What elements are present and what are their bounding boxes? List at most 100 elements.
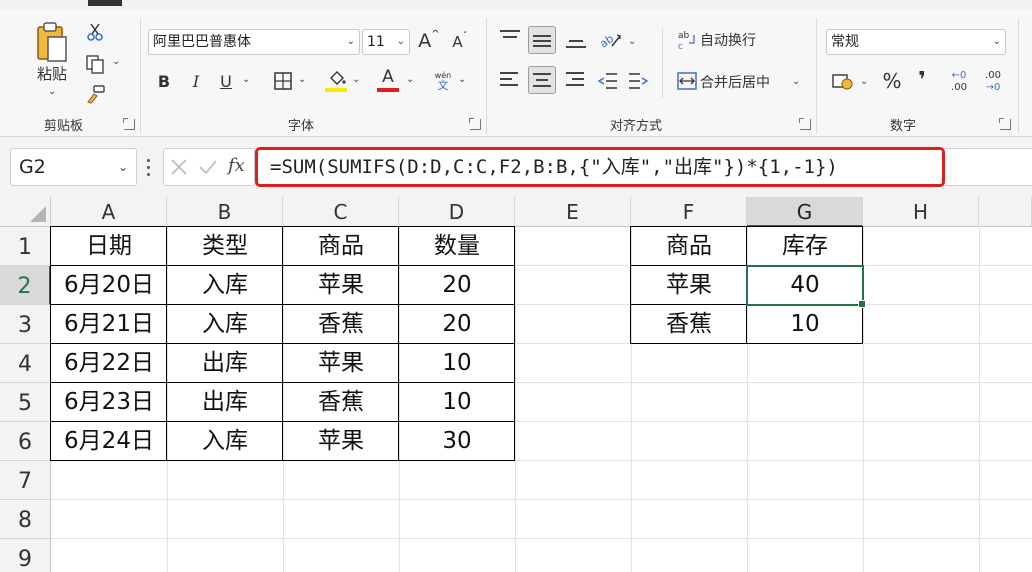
cell-g3[interactable]: 10: [747, 305, 863, 344]
column-header-a[interactable]: A: [51, 197, 167, 227]
borders-dropdown-icon[interactable]: ⌄: [298, 74, 306, 85]
cell-d5[interactable]: 10: [399, 383, 515, 422]
font-color-button[interactable]: A: [376, 66, 400, 88]
cell-b6[interactable]: 入库: [167, 422, 283, 461]
row-header-1[interactable]: 1: [0, 227, 51, 266]
column-header-c[interactable]: C: [283, 197, 399, 227]
row-header-9[interactable]: 9: [0, 539, 51, 572]
wrap-text-button[interactable]: 自动换行: [700, 30, 756, 50]
cell-f1[interactable]: 商品: [631, 227, 747, 266]
select-all-button[interactable]: [0, 197, 51, 227]
font-size-select[interactable]: 11 ⌄: [362, 29, 410, 55]
bold-button[interactable]: B: [152, 68, 176, 94]
column-header-e[interactable]: E: [515, 197, 631, 227]
increase-decimal-button[interactable]: ←0 .00: [944, 68, 974, 96]
enter-icon[interactable]: [198, 158, 218, 176]
orientation-dropdown-icon[interactable]: ⌄: [628, 36, 636, 47]
increase-font-size-button[interactable]: A ^: [416, 28, 442, 54]
phonetic-dropdown-icon[interactable]: ⌄: [458, 74, 466, 85]
row-header-3[interactable]: 3: [0, 305, 51, 344]
decrease-indent-icon[interactable]: [596, 70, 620, 92]
cell-c2[interactable]: 苹果: [283, 266, 399, 305]
more-options-icon[interactable]: [145, 158, 151, 178]
fill-color-dropdown-icon[interactable]: ⌄: [352, 74, 360, 85]
name-box[interactable]: G2 ⌄: [10, 148, 137, 186]
column-header-d[interactable]: D: [399, 197, 515, 227]
column-header-f[interactable]: F: [631, 197, 747, 227]
row-header-7[interactable]: 7: [0, 461, 51, 500]
underline-button[interactable]: U: [214, 68, 238, 94]
increase-indent-icon[interactable]: [626, 70, 650, 92]
cell-a4[interactable]: 6月22日: [51, 344, 167, 383]
row-header-2[interactable]: 2: [0, 266, 51, 305]
decrease-decimal-button[interactable]: .00 →0: [978, 68, 1008, 96]
alignment-launcher-icon[interactable]: [799, 118, 811, 130]
decrease-font-size-button[interactable]: Aˇ: [448, 30, 472, 54]
number-format-select[interactable]: 常规 ⌄: [826, 29, 1006, 55]
cell-d4[interactable]: 10: [399, 344, 515, 383]
cell-a1[interactable]: 日期: [51, 227, 167, 266]
paste-dropdown-icon[interactable]: ⌄: [48, 86, 56, 97]
align-middle-button[interactable]: [528, 26, 556, 54]
cell-b1[interactable]: 类型: [167, 227, 283, 266]
comma-style-button[interactable]: ❜: [912, 66, 932, 94]
cell-a5[interactable]: 6月23日: [51, 383, 167, 422]
currency-format-icon[interactable]: [830, 70, 856, 92]
align-right-icon[interactable]: [566, 72, 586, 90]
paste-button[interactable]: [30, 20, 74, 66]
phonetic-guide-button[interactable]: wén 文: [432, 68, 454, 94]
cell-d3[interactable]: 20: [399, 305, 515, 344]
cell-b5[interactable]: 出库: [167, 383, 283, 422]
merge-center-icon[interactable]: [676, 70, 698, 92]
cell-a3[interactable]: 6月21日: [51, 305, 167, 344]
align-bottom-icon[interactable]: [566, 36, 586, 52]
cell-c4[interactable]: 苹果: [283, 344, 399, 383]
cell-f2[interactable]: 苹果: [631, 266, 747, 305]
align-center-button[interactable]: [528, 66, 556, 94]
clipboard-launcher-icon[interactable]: [123, 118, 135, 130]
merge-dropdown-icon[interactable]: ⌄: [792, 76, 800, 87]
copy-dropdown-icon[interactable]: ⌄: [112, 56, 120, 67]
underline-dropdown-icon[interactable]: ⌄: [242, 74, 250, 85]
copy-icon[interactable]: [82, 52, 108, 76]
cell-a6[interactable]: 6月24日: [51, 422, 167, 461]
merge-center-button[interactable]: 合并后居中: [700, 72, 770, 92]
insert-function-icon[interactable]: fx: [228, 155, 245, 176]
cell-c3[interactable]: 香蕉: [283, 305, 399, 344]
row-header-6[interactable]: 6: [0, 422, 51, 461]
align-top-icon[interactable]: [500, 30, 520, 46]
cancel-icon[interactable]: [170, 158, 188, 176]
cell-d2[interactable]: 20: [399, 266, 515, 305]
column-header-h[interactable]: H: [863, 197, 979, 227]
cell-c1[interactable]: 商品: [283, 227, 399, 266]
italic-button[interactable]: I: [184, 68, 208, 94]
font-color-dropdown-icon[interactable]: ⌄: [406, 74, 414, 85]
align-left-icon[interactable]: [500, 72, 520, 90]
formula-input-extension[interactable]: [945, 148, 1032, 186]
cell-f3[interactable]: 香蕉: [631, 305, 747, 344]
cell-d1[interactable]: 数量: [399, 227, 515, 266]
paste-label[interactable]: 粘贴: [32, 63, 72, 83]
orientation-icon[interactable]: ab: [596, 28, 626, 52]
number-launcher-icon[interactable]: [999, 118, 1011, 130]
cell-g1[interactable]: 库存: [747, 227, 863, 266]
borders-icon[interactable]: [270, 68, 296, 94]
row-header-8[interactable]: 8: [0, 500, 51, 539]
cell-b4[interactable]: 出库: [167, 344, 283, 383]
formula-input[interactable]: =SUM(SUMIFS(D:D,C:C,F2,B:B,{"入库","出库"})*…: [255, 147, 945, 187]
cell-b2[interactable]: 入库: [167, 266, 283, 305]
cell-c5[interactable]: 香蕉: [283, 383, 399, 422]
font-launcher-icon[interactable]: [469, 118, 481, 130]
format-painter-icon[interactable]: [82, 82, 108, 106]
cell-b3[interactable]: 入库: [167, 305, 283, 344]
cell-a2[interactable]: 6月20日: [51, 266, 167, 305]
cell-d6[interactable]: 30: [399, 422, 515, 461]
column-header-g[interactable]: G: [747, 197, 863, 227]
currency-dropdown-icon[interactable]: ⌄: [860, 76, 868, 87]
worksheet-grid[interactable]: ABCDEFGH 123456789 日期 类型 商品 数量 6月20日 入库 苹果 20 6月…: [0, 197, 1032, 572]
font-name-select[interactable]: 阿里巴巴普惠体 ⌄: [148, 29, 360, 55]
cut-icon[interactable]: [84, 20, 106, 44]
row-header-5[interactable]: 5: [0, 383, 51, 422]
column-header-b[interactable]: B: [167, 197, 283, 227]
column-header-next[interactable]: [979, 197, 1032, 227]
